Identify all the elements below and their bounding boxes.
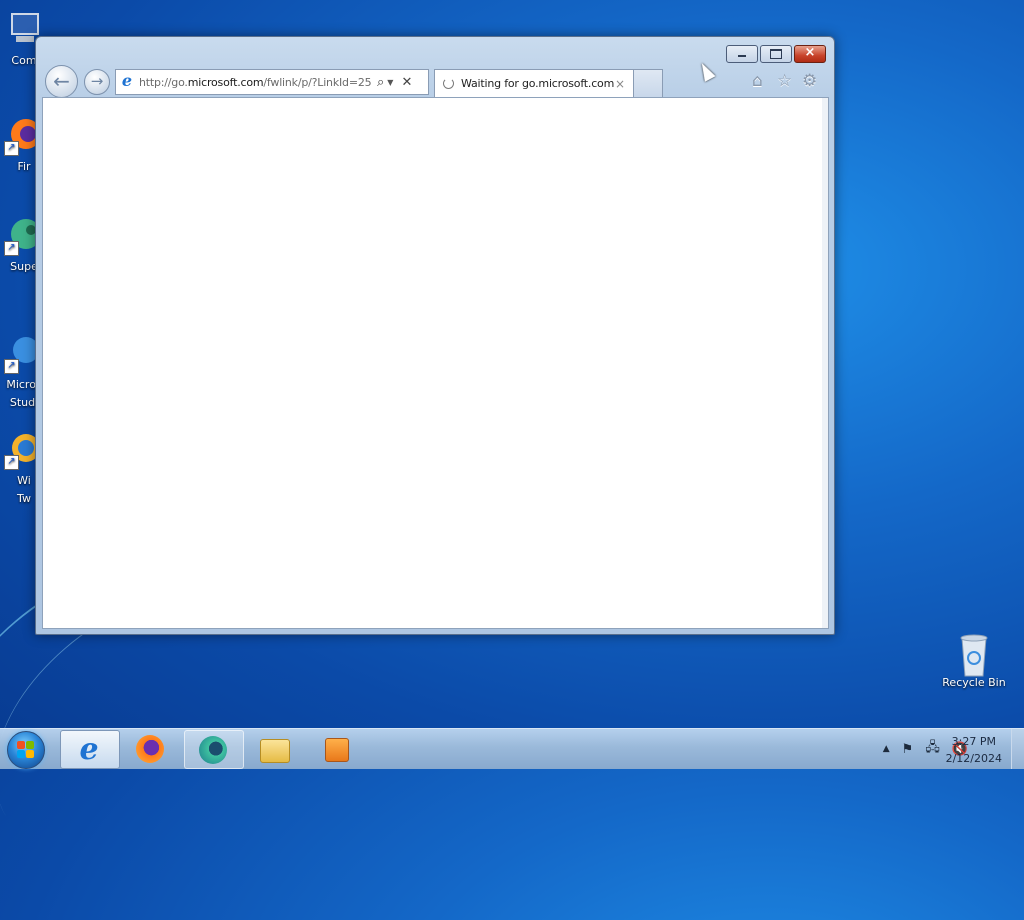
address-bar[interactable]: e http://go.microsoft.com/fwlink/p/?Link… bbox=[115, 69, 429, 95]
shortcut-arrow-icon: ↗ bbox=[4, 141, 19, 156]
recycle-bin-icon bbox=[954, 632, 994, 677]
internet-explorer-icon: e bbox=[79, 732, 99, 767]
network-icon[interactable]: 🖧 bbox=[925, 738, 940, 760]
chevron-down-icon[interactable]: ▼ bbox=[387, 78, 393, 87]
shortcut-arrow-icon: ↗ bbox=[4, 455, 19, 470]
shortcut-arrow-icon: ↗ bbox=[4, 241, 19, 256]
minimize-icon bbox=[738, 55, 746, 57]
taskbar-windows-explorer[interactable] bbox=[246, 730, 304, 767]
taskbar-internet-explorer[interactable]: e bbox=[60, 730, 120, 769]
minimize-button[interactable] bbox=[726, 45, 758, 63]
loading-spinner-icon bbox=[443, 78, 454, 89]
taskbar: e ▲ ⚑ 🖧 🔇 3:27 PM 2/12/2024 bbox=[0, 728, 1024, 769]
firefox-icon bbox=[136, 735, 164, 763]
desktop-icon-recycle-bin[interactable]: Recycle Bin bbox=[936, 632, 1012, 692]
show-desktop-button[interactable] bbox=[1011, 729, 1024, 769]
folder-icon bbox=[260, 739, 290, 763]
forward-button[interactable]: → bbox=[84, 69, 110, 95]
search-icon[interactable]: ⌕ bbox=[377, 75, 384, 90]
stop-icon[interactable]: ✕ bbox=[401, 75, 412, 90]
windows-logo-icon bbox=[17, 741, 35, 759]
tab-active[interactable]: Waiting for go.microsoft.com × bbox=[434, 69, 634, 97]
tab-close-icon[interactable]: × bbox=[615, 77, 625, 91]
tab-title: Waiting for go.microsoft.com bbox=[461, 77, 615, 90]
favorites-icon[interactable]: ☆ bbox=[777, 71, 792, 91]
page-content-area[interactable] bbox=[42, 97, 829, 629]
arrow-right-icon: → bbox=[90, 72, 104, 90]
maximize-icon bbox=[770, 49, 782, 59]
vertical-scrollbar[interactable] bbox=[822, 98, 828, 628]
action-center-flag-icon[interactable]: ⚑ bbox=[902, 742, 914, 757]
media-player-icon bbox=[325, 738, 349, 762]
ie-page-icon: e bbox=[121, 71, 133, 90]
clock-date: 2/12/2024 bbox=[945, 752, 1002, 765]
shortcut-arrow-icon: ↗ bbox=[4, 359, 19, 374]
home-icon[interactable]: ⌂ bbox=[752, 71, 763, 91]
system-clock[interactable]: 3:27 PM 2/12/2024 bbox=[946, 733, 1002, 767]
taskbar-media-player[interactable] bbox=[308, 730, 366, 767]
arrow-left-icon: ← bbox=[53, 69, 70, 93]
address-url[interactable]: http://go.microsoft.com/fwlink/p/?LinkId… bbox=[139, 76, 371, 89]
maximize-button[interactable] bbox=[760, 45, 792, 63]
browser-app-icon bbox=[199, 736, 227, 764]
new-tab-button[interactable] bbox=[633, 69, 663, 97]
internet-explorer-window[interactable]: × ← → e http://go.microsoft.com/fwlink/p… bbox=[35, 36, 835, 635]
start-button[interactable] bbox=[7, 731, 45, 769]
back-button[interactable]: ← bbox=[45, 65, 78, 98]
window-caption-buttons: × bbox=[724, 45, 826, 63]
close-icon: × bbox=[804, 45, 816, 60]
close-button[interactable]: × bbox=[794, 45, 826, 63]
clock-time: 3:27 PM bbox=[951, 735, 996, 748]
tools-gear-icon[interactable]: ⚙ bbox=[802, 71, 817, 91]
show-hidden-icons-icon[interactable]: ▲ bbox=[883, 744, 890, 754]
taskbar-browser[interactable] bbox=[184, 730, 244, 769]
taskbar-firefox[interactable] bbox=[122, 730, 180, 767]
